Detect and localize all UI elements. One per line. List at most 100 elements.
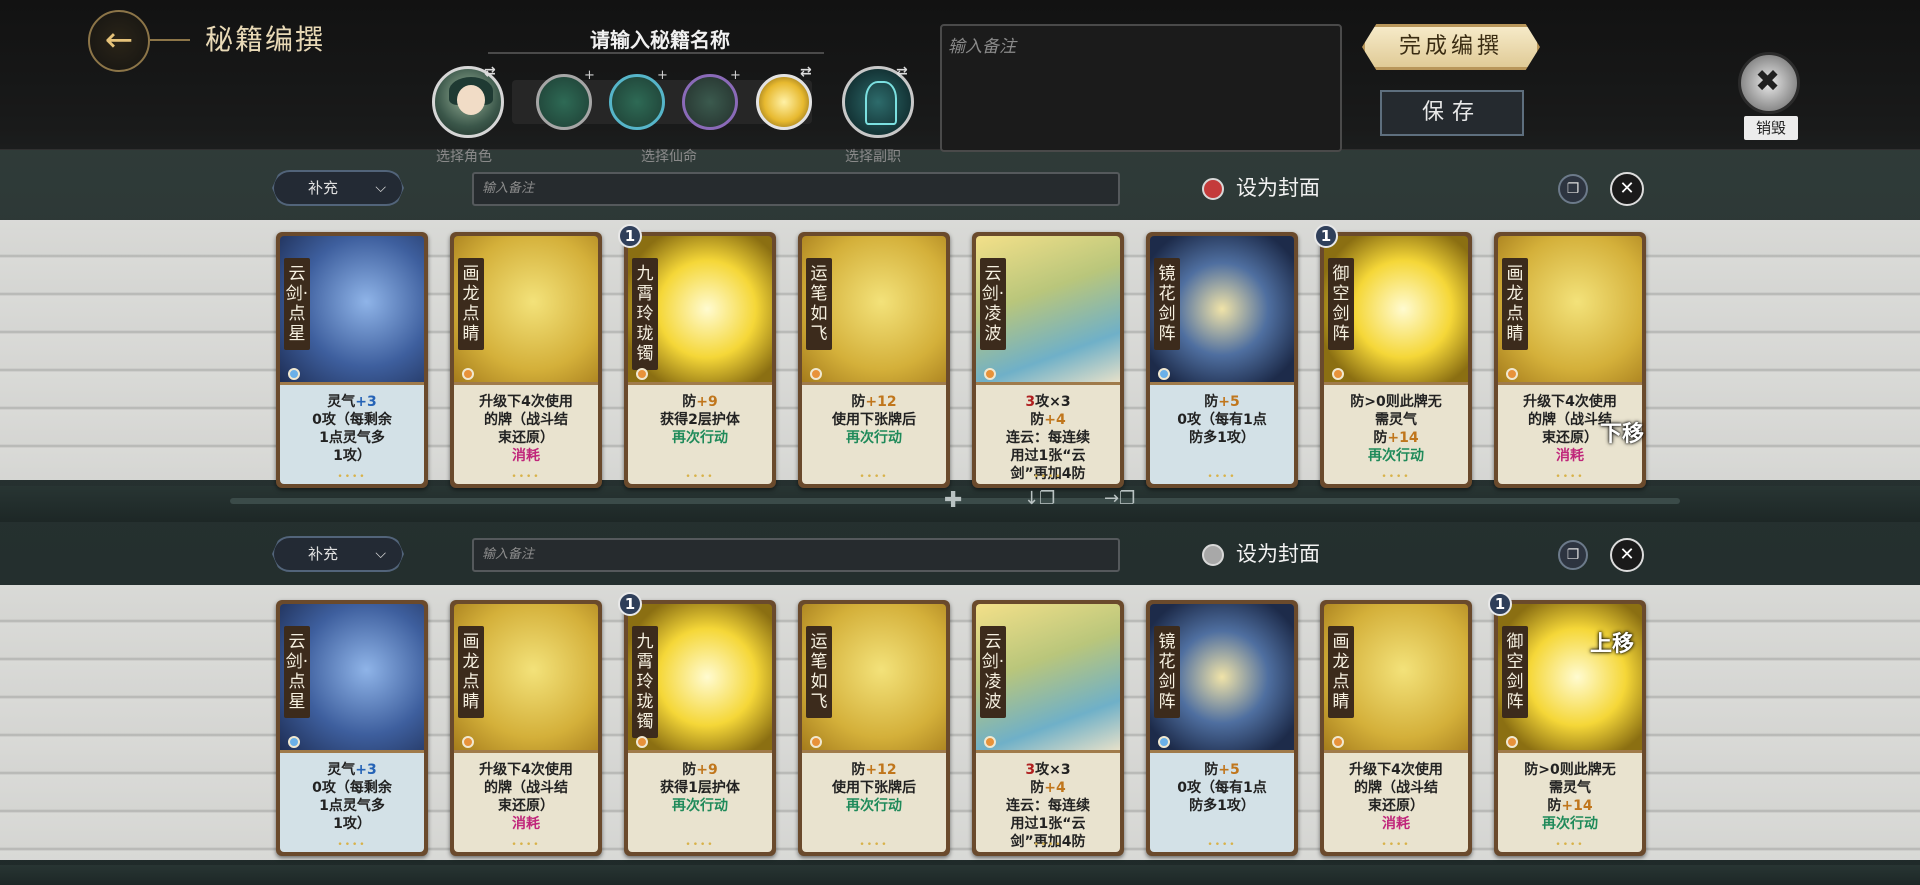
card-name: 画龙点睛 xyxy=(458,258,484,350)
card-desc-line: 防+4 xyxy=(1030,412,1066,428)
card-name: 运笔如飞 xyxy=(806,258,832,350)
card-description: 升级下4次使用 的牌（战斗结 束还原） 消耗 xyxy=(454,382,598,484)
supply-dropdown[interactable]: 补充 ⌵ xyxy=(272,170,404,206)
card-description: 灵气+3 0攻（每剩余 1点灵气多 1攻） xyxy=(280,750,424,852)
skill-card[interactable]: 云剑·点星 灵气+3 0攻（每剩余 1点灵气多 1攻） •••• xyxy=(276,600,428,856)
skill-card[interactable]: 镜花剑阵 防+5 0攻（每有1点 防多1攻） •••• xyxy=(1146,232,1298,488)
row-note-input[interactable]: 输入备注 xyxy=(472,538,1120,572)
card-rarity-dots: •••• xyxy=(1555,840,1585,850)
side-job-figure xyxy=(865,81,897,125)
skill-card[interactable]: 九霄玲珑镯 防+9 获得2层护体 再次行动 •••• 1 xyxy=(618,224,776,488)
deck-row-header: 补充 ⌵ 输入备注 设为封面 ❐ ✕ xyxy=(0,162,1920,210)
skill-card[interactable]: 云剑·点星 灵气+3 0攻（每剩余 1点灵气多 1攻） •••• xyxy=(276,232,428,488)
move-down-hint[interactable]: 下移 xyxy=(1600,416,1644,448)
move-up-hint[interactable]: 上移 xyxy=(1590,626,1634,658)
card-desc-line: 1攻） xyxy=(333,448,371,464)
card-desc-line: 再次行动 xyxy=(846,798,902,814)
supply-dropdown[interactable]: 补充 ⌵ xyxy=(272,536,404,572)
card-desc-line: 防+4 xyxy=(1030,780,1066,796)
card-desc-line: 防+12 xyxy=(851,762,897,778)
destiny-slot-4[interactable] xyxy=(756,74,812,130)
row-note-input[interactable]: 输入备注 xyxy=(472,172,1120,206)
card-desc-line: 0攻（每剩余 xyxy=(312,412,392,428)
card-gem-icon xyxy=(636,736,648,748)
move-card-icon[interactable]: ↓❐ xyxy=(1024,488,1055,509)
plus-icon: + xyxy=(584,68,595,83)
card-frame: 九霄玲珑镯 防+9 获得2层护体 再次行动 •••• xyxy=(628,236,772,484)
back-arrow-icon[interactable]: ← xyxy=(88,10,150,72)
back-ornament xyxy=(150,39,190,41)
skill-card[interactable]: 画龙点睛 升级下4次使用 的牌（战斗结 束还原） 消耗 •••• xyxy=(450,600,602,856)
finish-button[interactable]: 完成编撰 xyxy=(1362,24,1540,70)
card-name: 画龙点睛 xyxy=(458,626,484,718)
plus-icon: + xyxy=(730,68,741,83)
save-button[interactable]: 保存 xyxy=(1380,90,1524,136)
card-frame: 镜花剑阵 防+5 0攻（每有1点 防多1攻） •••• xyxy=(1150,604,1294,852)
export-card-icon[interactable]: →❐ xyxy=(1104,488,1135,509)
copy-icon[interactable]: ❐ xyxy=(1558,540,1588,570)
card-rarity-dots: •••• xyxy=(685,472,715,482)
card-description: 防>0则此牌无 需灵气 防+14 再次行动 xyxy=(1324,382,1468,484)
card-description: 防+5 0攻（每有1点 防多1攻） xyxy=(1150,750,1294,852)
swap-icon[interactable]: ⇄ xyxy=(800,64,812,80)
card-desc-line: 使用下张牌后 xyxy=(832,780,916,796)
card-desc-line: 1攻） xyxy=(333,816,371,832)
card-description: 防>0则此牌无 需灵气 防+14 再次行动 xyxy=(1498,750,1642,852)
card-desc-line: 0攻（每剩余 xyxy=(312,780,392,796)
card-desc-line: 消耗 xyxy=(512,816,540,832)
skill-card[interactable]: 画龙点睛 升级下4次使用 的牌（战斗结 束还原） 消耗 •••• xyxy=(1320,600,1472,856)
card-description: 防+9 获得1层护体 再次行动 xyxy=(628,750,772,852)
copy-icon[interactable]: ❐ xyxy=(1558,174,1588,204)
card-desc-line: 1点灵气多 xyxy=(319,430,385,446)
card-frame: 云剑·凌波 3攻×3 防+4 连云：每连续 用过1张“云 剑”再加4防 •••• xyxy=(976,604,1120,852)
swap-icon[interactable]: ⇄ xyxy=(896,64,908,80)
card-desc-line: 连云：每连续 xyxy=(1006,798,1090,814)
skill-card[interactable]: 画龙点睛 升级下4次使用 的牌（战斗结 束还原） 消耗 •••• xyxy=(1494,232,1646,488)
card-desc-line: 防多1攻） xyxy=(1189,798,1255,814)
card-rarity-dots: •••• xyxy=(1207,840,1237,850)
cover-label: 设为封面 xyxy=(1236,176,1320,200)
card-rarity-dots: •••• xyxy=(511,840,541,850)
card-gem-icon xyxy=(984,736,996,748)
close-icon[interactable]: ✕ xyxy=(1610,172,1644,206)
destroy-button[interactable]: 销毁 xyxy=(1744,116,1798,140)
deck-row-header: 补充 ⌵ 输入备注 设为封面 ❐ ✕ xyxy=(0,528,1920,576)
card-desc-line: 再次行动 xyxy=(846,430,902,446)
manual-name-input[interactable]: 请输入秘籍名称 xyxy=(590,24,730,53)
cover-radio[interactable] xyxy=(1202,544,1224,566)
destroy-icon[interactable]: ✖ xyxy=(1738,52,1800,114)
card-desc-line: 需灵气 xyxy=(1549,780,1591,796)
skill-card[interactable]: 运笔如飞 防+12 使用下张牌后 再次行动 •••• xyxy=(798,232,950,488)
card-rarity-dots: •••• xyxy=(511,472,541,482)
cover-radio[interactable] xyxy=(1202,178,1224,200)
card-frame: 运笔如飞 防+12 使用下张牌后 再次行动 •••• xyxy=(802,236,946,484)
card-rarity-dots: •••• xyxy=(1207,472,1237,482)
card-frame: 云剑·凌波 3攻×3 防+4 连云：每连续 用过1张“云 剑”再加4防 •••• xyxy=(976,236,1120,484)
card-gem-icon xyxy=(810,736,822,748)
swap-icon[interactable]: ⇄ xyxy=(484,64,496,80)
skill-card[interactable]: 运笔如飞 防+12 使用下张牌后 再次行动 •••• xyxy=(798,600,950,856)
skill-card[interactable]: 云剑·凌波 3攻×3 防+4 连云：每连续 用过1张“云 剑”再加4防 •••• xyxy=(972,600,1124,856)
card-desc-line: 消耗 xyxy=(512,448,540,464)
card-desc-line: 需灵气 xyxy=(1375,412,1417,428)
card-description: 灵气+3 0攻（每剩余 1点灵气多 1攻） xyxy=(280,382,424,484)
skill-card[interactable]: 九霄玲珑镯 防+9 获得1层护体 再次行动 •••• 1 xyxy=(618,592,776,856)
skill-card[interactable]: 画龙点睛升级下4次使用 的牌（战斗结 束还原） 消耗 •••• xyxy=(450,232,602,488)
card-desc-line: 升级下4次使用 xyxy=(479,762,573,778)
card-desc-line: 获得2层护体 xyxy=(660,412,740,428)
card-desc-line: 连云：每连续 xyxy=(1006,430,1090,446)
skill-card[interactable]: 云剑·凌波 3攻×3 防+4 连云：每连续 用过1张“云 剑”再加4防 •••• xyxy=(972,232,1124,488)
skill-card[interactable]: 镜花剑阵 防+5 0攻（每有1点 防多1攻） •••• xyxy=(1146,600,1298,856)
card-description: 防+12 使用下张牌后 再次行动 xyxy=(802,382,946,484)
card-rarity-dots: •••• xyxy=(1033,472,1063,482)
close-icon[interactable]: ✕ xyxy=(1610,538,1644,572)
card-desc-line: 用过1张“云 xyxy=(1010,448,1086,464)
plus-icon[interactable]: ✚ xyxy=(944,488,962,513)
card-frame: 镜花剑阵 防+5 0攻（每有1点 防多1攻） •••• xyxy=(1150,236,1294,484)
card-desc-line: 束还原） xyxy=(1368,798,1424,814)
card-desc-line: 的牌（战斗结 xyxy=(484,412,568,428)
skill-card[interactable]: 御空剑阵 防>0则此牌无 需灵气 防+14 再次行动 •••• 1 xyxy=(1314,224,1472,488)
card-frame: 运笔如飞 防+12 使用下张牌后 再次行动 •••• xyxy=(802,604,946,852)
card-desc-line: 升级下4次使用 xyxy=(479,394,573,410)
card-desc-line: 的牌（战斗结 xyxy=(484,780,568,796)
